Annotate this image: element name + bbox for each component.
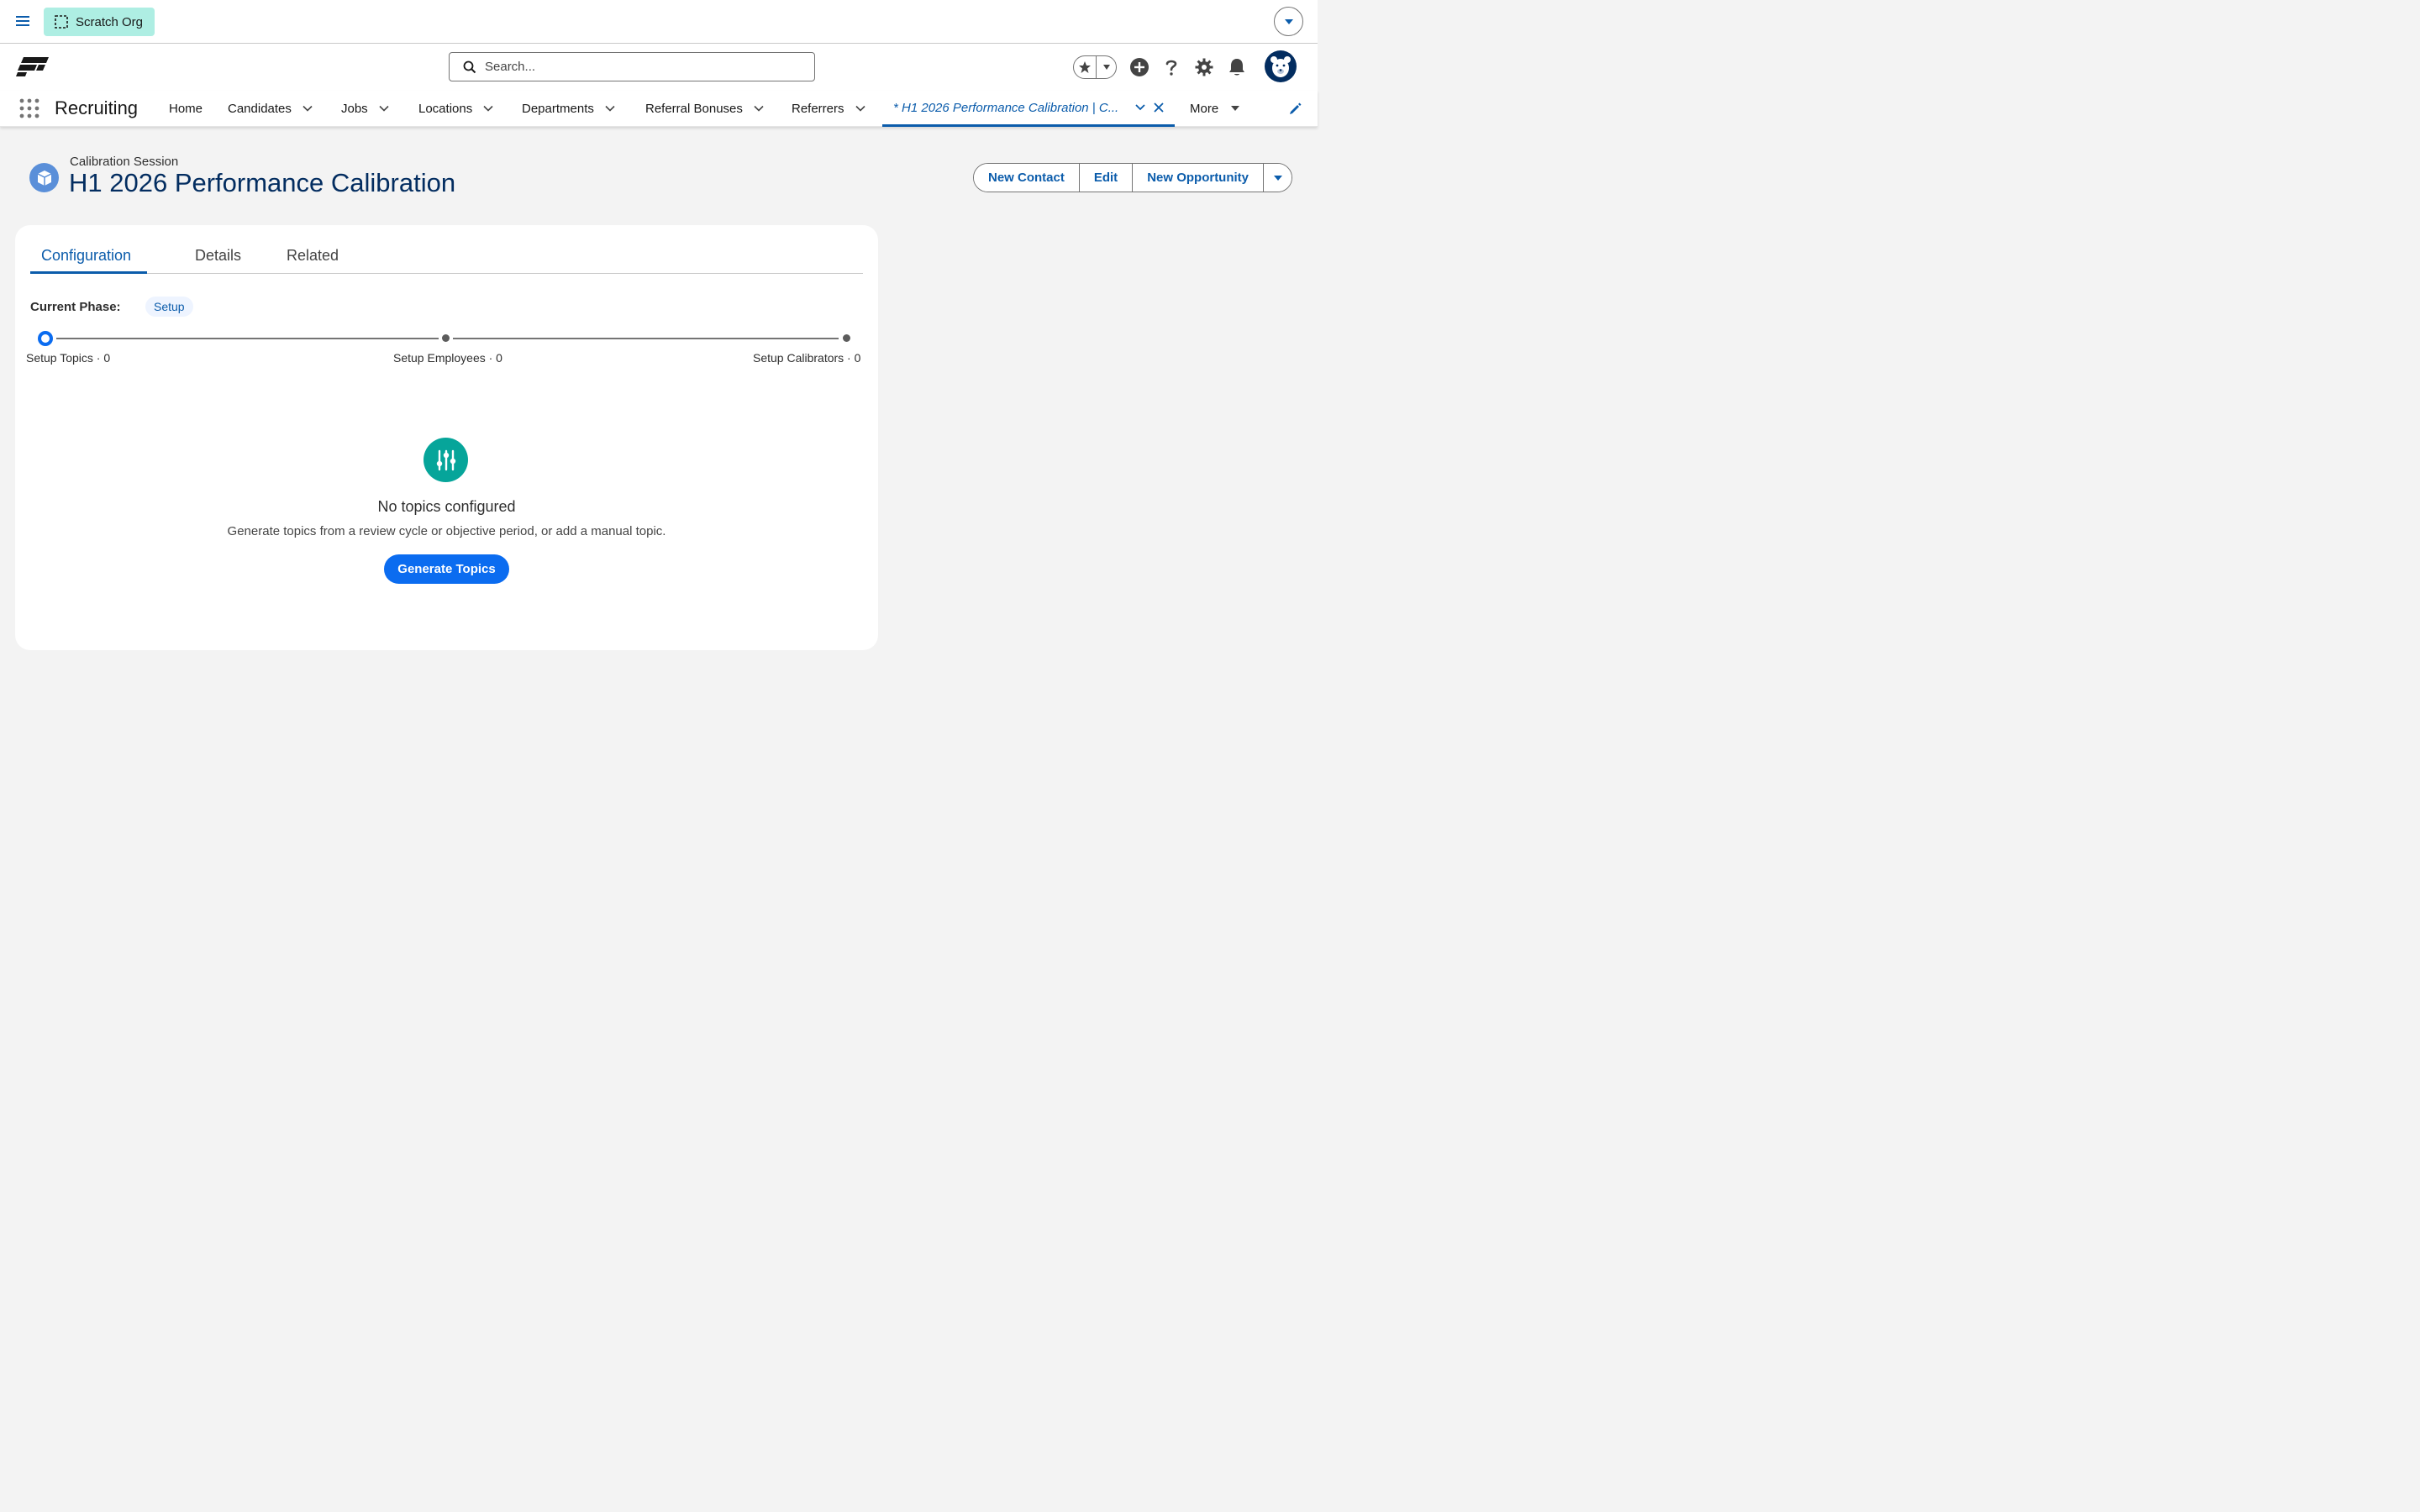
phase-badge: Setup bbox=[145, 297, 193, 317]
help-icon bbox=[1165, 60, 1177, 76]
progress-track bbox=[453, 338, 839, 339]
app-launcher-icon[interactable] bbox=[18, 97, 40, 119]
tab-related[interactable]: Related bbox=[287, 240, 339, 274]
gear-icon bbox=[1195, 58, 1213, 76]
configuration-card: Configuration Details Related Current Ph… bbox=[15, 225, 878, 650]
menu-icon[interactable] bbox=[13, 12, 32, 30]
favorites-group bbox=[1073, 55, 1117, 79]
scratch-org-label: Scratch Org bbox=[76, 14, 144, 29]
setup-button[interactable] bbox=[1194, 57, 1214, 77]
chevron-down-icon[interactable] bbox=[1134, 101, 1147, 114]
favorites-list-button[interactable] bbox=[1097, 56, 1116, 78]
search-icon bbox=[463, 60, 476, 73]
utility-menu-button[interactable] bbox=[1274, 7, 1303, 36]
nav-item-label: Locations bbox=[418, 101, 473, 116]
empty-state-title: No topics configured bbox=[377, 498, 516, 515]
edit-button[interactable]: Edit bbox=[1079, 164, 1134, 192]
cube-icon bbox=[37, 170, 51, 186]
more-actions-button[interactable] bbox=[1264, 164, 1292, 192]
nav-item-label: Home bbox=[169, 101, 203, 116]
empty-state-icon bbox=[424, 438, 468, 482]
empty-state-description: Generate topics from a review cycle or o… bbox=[227, 524, 666, 538]
nav-item-label: Referrers bbox=[792, 101, 844, 116]
step-label-topics: Setup Topics · 0 bbox=[26, 351, 111, 365]
help-button[interactable] bbox=[1161, 57, 1181, 77]
caret-down-icon bbox=[1231, 106, 1240, 111]
chevron-down-icon[interactable] bbox=[302, 102, 313, 114]
step-setup-topics[interactable] bbox=[38, 331, 53, 346]
new-contact-button[interactable]: New Contact bbox=[974, 164, 1080, 192]
tab-details[interactable]: Details bbox=[195, 240, 241, 274]
nav-item-jobs[interactable]: Jobs bbox=[341, 91, 390, 126]
utility-bar: Scratch Org bbox=[0, 0, 1318, 44]
nav-item-locations[interactable]: Locations bbox=[418, 91, 494, 126]
progress-track bbox=[56, 338, 439, 339]
chevron-down-icon[interactable] bbox=[753, 102, 765, 114]
current-phase-label: Current Phase: bbox=[30, 300, 121, 314]
active-tab-label: * H1 2026 Performance Calibration | C... bbox=[893, 100, 1119, 115]
nav-tab-active-record[interactable]: * H1 2026 Performance Calibration | C... bbox=[882, 91, 1175, 127]
tab-configuration[interactable]: Configuration bbox=[30, 240, 147, 274]
add-icon bbox=[1130, 58, 1149, 76]
search-input[interactable] bbox=[485, 60, 804, 74]
bear-avatar-icon bbox=[1270, 56, 1291, 77]
star-icon bbox=[1079, 61, 1091, 73]
nav-item-candidates[interactable]: Candidates bbox=[228, 91, 313, 126]
new-opportunity-button[interactable]: New Opportunity bbox=[1133, 164, 1265, 192]
chevron-down-icon[interactable] bbox=[855, 102, 866, 114]
edit-nav-icon[interactable] bbox=[1288, 102, 1302, 116]
nav-more-menu[interactable]: More bbox=[1190, 91, 1240, 126]
selection-icon bbox=[55, 15, 68, 29]
app-name: Recruiting bbox=[55, 97, 139, 118]
global-header bbox=[0, 44, 1318, 91]
step-label-employees: Setup Employees · 0 bbox=[393, 351, 502, 365]
user-avatar[interactable] bbox=[1265, 50, 1297, 82]
step-setup-calibrators[interactable] bbox=[843, 334, 850, 342]
notifications-button[interactable] bbox=[1227, 57, 1247, 77]
caret-down-icon bbox=[1273, 175, 1282, 181]
caret-down-icon bbox=[1284, 18, 1293, 24]
page-title: H1 2026 Performance Calibration bbox=[69, 168, 456, 197]
nav-more-label: More bbox=[1190, 101, 1219, 116]
nav-item-referral-bonuses[interactable]: Referral Bonuses bbox=[645, 91, 765, 126]
generate-topics-button[interactable]: Generate Topics bbox=[384, 554, 509, 584]
caret-down-icon bbox=[1102, 65, 1110, 70]
nav-item-departments[interactable]: Departments bbox=[522, 91, 616, 126]
record-tabs: Configuration Details Related bbox=[30, 240, 863, 274]
sliders-icon bbox=[436, 449, 455, 470]
chevron-down-icon[interactable] bbox=[378, 102, 390, 114]
navigation-bar: Recruiting Home Candidates Jobs Location… bbox=[0, 91, 1318, 127]
bell-icon bbox=[1229, 59, 1244, 76]
step-setup-employees[interactable] bbox=[442, 334, 450, 342]
step-label-calibrators: Setup Calibrators · 0 bbox=[753, 351, 861, 365]
record-type-label: Calibration Session bbox=[70, 155, 179, 169]
nav-item-home[interactable]: Home bbox=[169, 91, 203, 126]
nav-item-label: Jobs bbox=[341, 101, 368, 116]
company-logo bbox=[16, 57, 49, 76]
close-icon[interactable] bbox=[1152, 101, 1165, 114]
nav-item-label: Referral Bonuses bbox=[645, 101, 743, 116]
favorites-star-button[interactable] bbox=[1074, 56, 1097, 78]
global-search[interactable] bbox=[449, 52, 815, 81]
global-actions-button[interactable] bbox=[1129, 57, 1150, 77]
chevron-down-icon[interactable] bbox=[604, 102, 616, 114]
record-actions: New Contact Edit New Opportunity bbox=[973, 163, 1293, 192]
nav-item-label: Departments bbox=[522, 101, 594, 116]
chevron-down-icon[interactable] bbox=[482, 102, 494, 114]
scratch-org-button[interactable]: Scratch Org bbox=[44, 8, 155, 36]
nav-item-referrers[interactable]: Referrers bbox=[792, 91, 866, 126]
nav-item-label: Candidates bbox=[228, 101, 292, 116]
record-type-icon bbox=[29, 163, 59, 192]
